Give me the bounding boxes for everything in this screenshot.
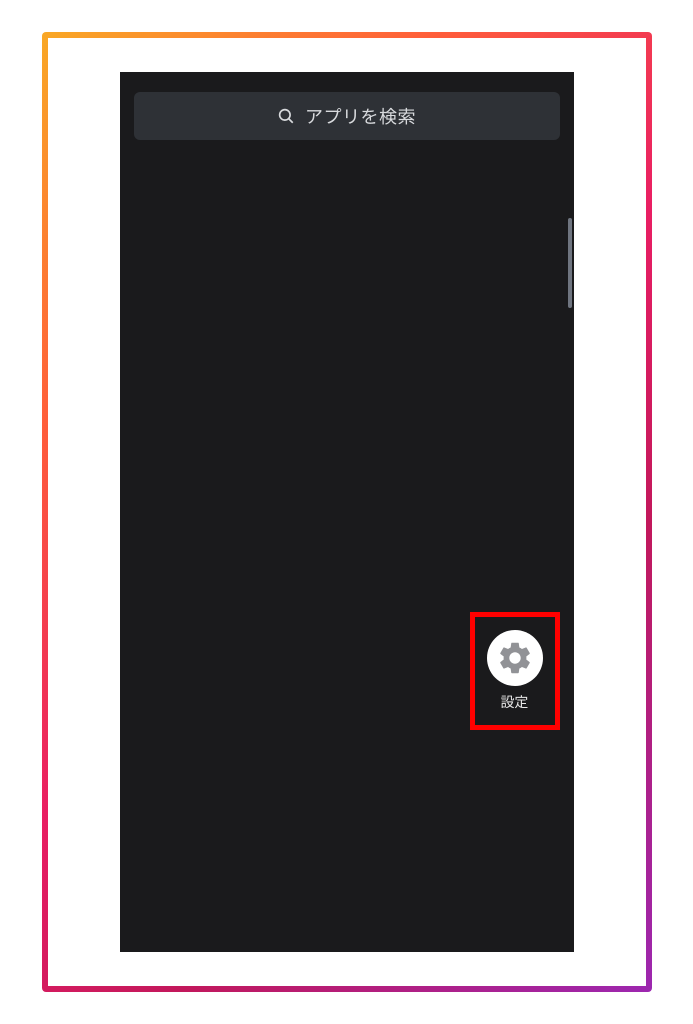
search-icon [277, 107, 295, 125]
settings-app-icon[interactable] [487, 630, 543, 686]
gear-icon [496, 639, 534, 677]
scrollbar[interactable] [568, 218, 572, 308]
search-placeholder-text: アプリを検索 [305, 103, 416, 129]
inner-white-margin: アプリを検索 設定 [48, 38, 646, 986]
highlight-annotation: 設定 [470, 612, 560, 730]
search-input[interactable]: アプリを検索 [134, 92, 560, 140]
decorative-gradient-frame: アプリを検索 設定 [42, 32, 652, 992]
settings-app-label: 設定 [501, 692, 529, 712]
phone-screen: アプリを検索 設定 [120, 72, 574, 952]
